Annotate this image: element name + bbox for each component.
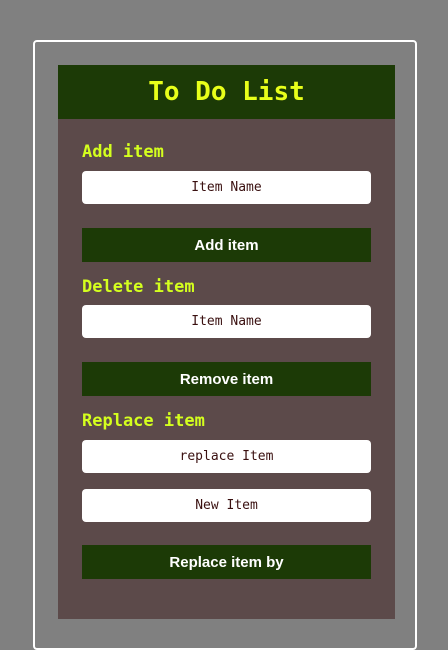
app-header: To Do List (58, 65, 395, 119)
remove-item-button[interactable]: Remove item (82, 362, 371, 396)
delete-item-heading: Delete item (82, 277, 195, 297)
page-title: To Do List (148, 77, 305, 107)
replace-item-button[interactable]: Replace item by (82, 545, 371, 579)
replace-item-new-input[interactable] (82, 489, 371, 522)
add-item-heading: Add item (82, 142, 164, 162)
todo-panel: To Do List Add item Add item Delete item… (58, 65, 395, 619)
add-item-button[interactable]: Add item (82, 228, 371, 262)
replace-item-heading: Replace item (82, 411, 205, 431)
add-item-name-input[interactable] (82, 171, 371, 204)
delete-item-name-input[interactable] (82, 305, 371, 338)
replace-item-old-input[interactable] (82, 440, 371, 473)
